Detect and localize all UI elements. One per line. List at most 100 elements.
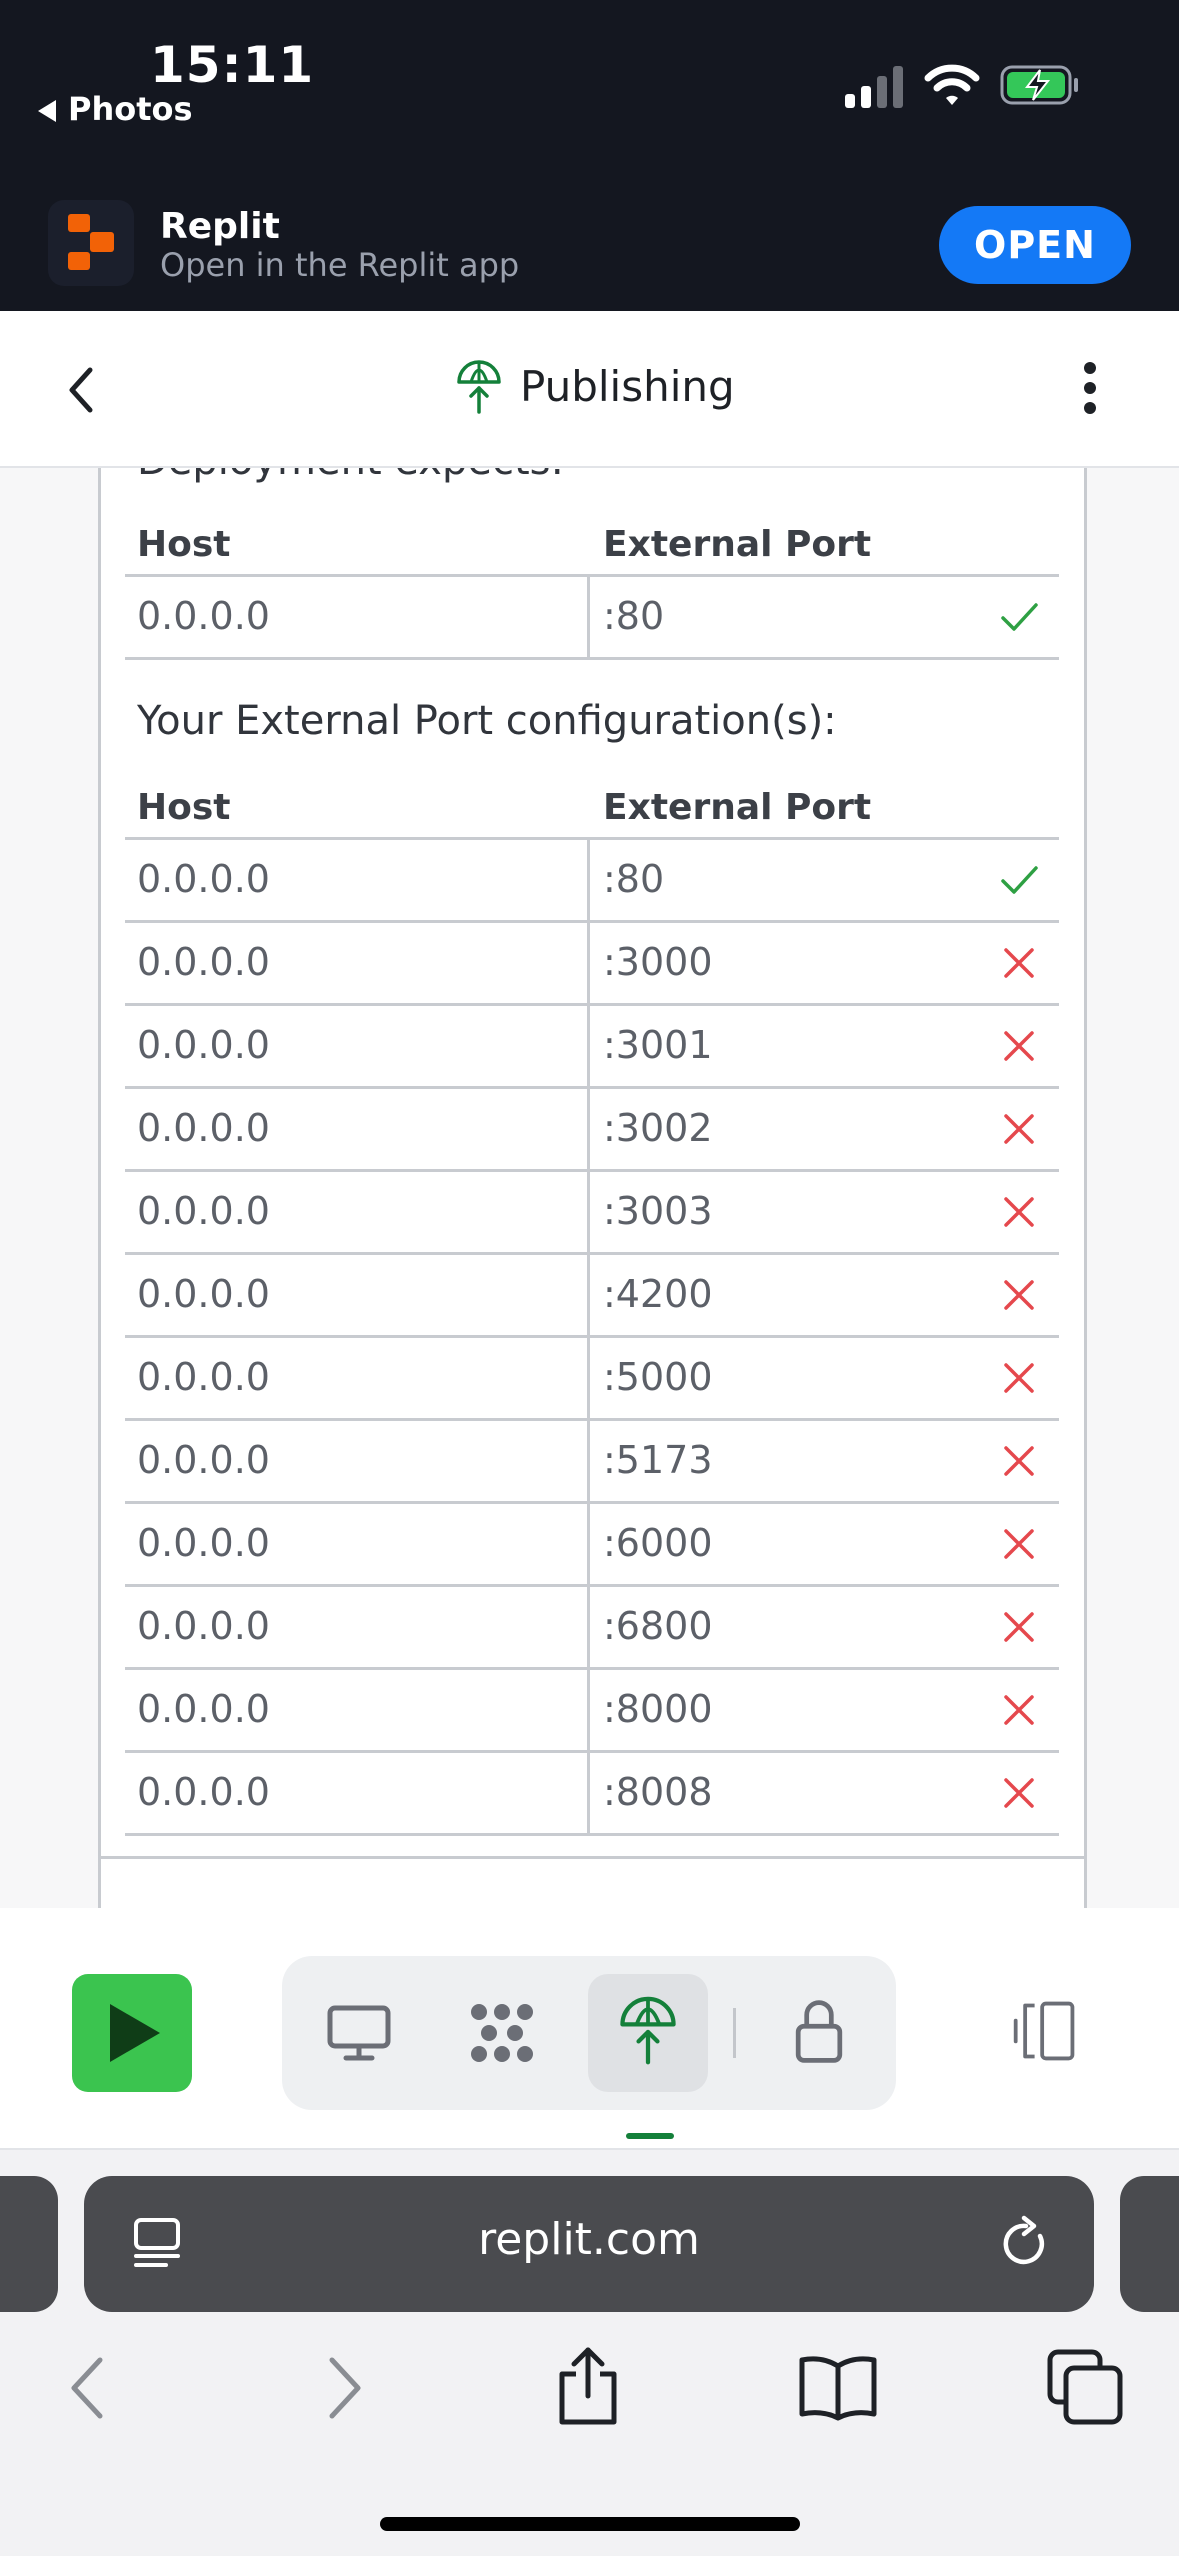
port-column-header: External Port bbox=[603, 524, 872, 565]
host-cell: 0.0.0.0 bbox=[137, 1770, 270, 1814]
error-x-icon bbox=[1004, 1446, 1034, 1476]
table-row: 0.0.0.0 :3002 bbox=[125, 1086, 1059, 1169]
content-area: Deployment expects: Host External Port 0… bbox=[0, 468, 1179, 1908]
check-icon bbox=[1001, 866, 1038, 894]
host-column-header: Host bbox=[137, 524, 231, 565]
wifi-icon bbox=[924, 64, 980, 105]
config-section-label: Your External Port configuration(s): bbox=[137, 698, 837, 744]
bookmarks-icon[interactable] bbox=[796, 2352, 880, 2424]
banner-app-name: Replit bbox=[160, 206, 280, 247]
table-row: 0.0.0.0:3000 bbox=[125, 920, 1059, 1003]
port-cell: :80 bbox=[603, 594, 665, 638]
battery-charging-icon bbox=[1000, 65, 1078, 105]
error-x-icon bbox=[1004, 1031, 1034, 1061]
reload-icon[interactable] bbox=[996, 2214, 1056, 2274]
host-cell: 0.0.0.0 bbox=[137, 1189, 270, 1233]
more-options-icon[interactable] bbox=[1070, 358, 1110, 418]
host-column-header: Host bbox=[137, 787, 231, 828]
column-divider bbox=[587, 577, 590, 657]
host-cell: 0.0.0.0 bbox=[137, 1023, 270, 1067]
host-cell: 0.0.0.0 bbox=[137, 1521, 270, 1565]
error-x-icon bbox=[1004, 1363, 1034, 1393]
port-cell: :6000 bbox=[603, 1521, 713, 1565]
host-cell: 0.0.0.0 bbox=[137, 1355, 270, 1399]
previous-tab-preview[interactable] bbox=[0, 2176, 58, 2312]
table-row: 0.0.0.0 :5000 bbox=[125, 1335, 1059, 1418]
port-cell: :5000 bbox=[603, 1355, 713, 1399]
active-tab-indicator bbox=[626, 2133, 674, 2139]
table-row: 0.0.0.0 :8008 bbox=[125, 1750, 1059, 1836]
check-icon bbox=[1001, 603, 1038, 631]
replit-logo bbox=[48, 200, 134, 286]
column-divider bbox=[587, 1172, 590, 1252]
panels-icon[interactable] bbox=[1010, 1996, 1080, 2066]
column-divider bbox=[587, 1421, 590, 1501]
open-in-app-button[interactable]: OPEN bbox=[939, 206, 1131, 284]
port-cell: :80 bbox=[603, 857, 665, 901]
column-divider bbox=[587, 840, 590, 920]
preview-icon[interactable] bbox=[324, 1998, 394, 2068]
column-divider bbox=[587, 1338, 590, 1418]
table-row: 0.0.0.0 :80 bbox=[125, 837, 1059, 920]
error-x-icon bbox=[1004, 1695, 1034, 1725]
table-row: 0.0.0.0 :6000 bbox=[125, 1501, 1059, 1584]
port-cell: :8008 bbox=[603, 1770, 713, 1814]
card-divider bbox=[101, 1856, 1084, 1859]
port-cell: :3002 bbox=[603, 1106, 713, 1150]
back-triangle-icon bbox=[38, 100, 56, 122]
port-cell: :8000 bbox=[603, 1687, 713, 1731]
browser-forward-icon[interactable] bbox=[312, 2350, 372, 2426]
page-title: Publishing bbox=[520, 362, 735, 411]
run-button[interactable] bbox=[72, 1974, 192, 2092]
toolbar-divider bbox=[733, 2008, 736, 2058]
table-row: 0.0.0.0:5173 bbox=[125, 1418, 1059, 1501]
url-text: replit.com bbox=[478, 2214, 700, 2265]
lock-icon[interactable] bbox=[784, 1996, 854, 2066]
back-to-photos-link[interactable]: Photos bbox=[38, 90, 193, 128]
next-tab-preview[interactable] bbox=[1120, 2176, 1179, 2312]
table-row: 0.0.0.0 :6800 bbox=[125, 1584, 1059, 1667]
port-cell: :3003 bbox=[603, 1189, 713, 1233]
expected-config-label: Deployment expects: bbox=[137, 468, 564, 484]
host-cell: 0.0.0.0 bbox=[137, 1687, 270, 1731]
column-divider bbox=[587, 1255, 590, 1335]
table-header: Host External Port bbox=[125, 773, 1059, 837]
host-cell: 0.0.0.0 bbox=[137, 940, 270, 984]
publishing-tab-icon[interactable] bbox=[613, 1996, 683, 2066]
play-icon bbox=[110, 2004, 160, 2062]
column-divider bbox=[587, 1504, 590, 1584]
port-config-card: Deployment expects: Host External Port 0… bbox=[98, 468, 1087, 1908]
host-cell: 0.0.0.0 bbox=[137, 1272, 270, 1316]
port-cell: :3001 bbox=[603, 1023, 713, 1067]
share-icon[interactable] bbox=[550, 2344, 626, 2428]
error-x-icon bbox=[1004, 1114, 1034, 1144]
table-row: 0.0.0.0:80 bbox=[125, 574, 1059, 660]
port-cell: :4200 bbox=[603, 1272, 713, 1316]
table-header: Host External Port bbox=[125, 510, 1059, 574]
error-x-icon bbox=[1004, 948, 1034, 978]
error-x-icon bbox=[1004, 1197, 1034, 1227]
port-cell: :6800 bbox=[603, 1604, 713, 1648]
table-row: 0.0.0.0 :4200 bbox=[125, 1252, 1059, 1335]
table-row: 0.0.0.0 :3001 bbox=[125, 1003, 1059, 1086]
column-divider bbox=[587, 1670, 590, 1750]
cellular-signal-icon bbox=[845, 66, 903, 108]
error-x-icon bbox=[1004, 1280, 1034, 1310]
replit-logo-icon bbox=[68, 214, 114, 270]
host-cell: 0.0.0.0 bbox=[137, 1106, 270, 1150]
back-chevron-icon[interactable] bbox=[60, 360, 100, 420]
host-cell: 0.0.0.0 bbox=[137, 857, 270, 901]
column-divider bbox=[587, 1089, 590, 1169]
config-port-table: Host External Port 0.0.0.0:80 0.0.0.0:300… bbox=[125, 773, 1059, 1836]
host-cell: 0.0.0.0 bbox=[137, 1438, 270, 1482]
tabs-icon[interactable] bbox=[1046, 2348, 1126, 2428]
browser-back-icon[interactable] bbox=[60, 2350, 120, 2426]
table-row: 0.0.0.0 :3003 bbox=[125, 1169, 1059, 1252]
back-app-label: Photos bbox=[68, 90, 193, 128]
banner-app-subtitle: Open in the Replit app bbox=[160, 246, 520, 284]
column-divider bbox=[587, 923, 590, 1003]
error-x-icon bbox=[1004, 1778, 1034, 1808]
workflows-icon[interactable] bbox=[467, 1998, 537, 2068]
host-cell: 0.0.0.0 bbox=[137, 1604, 270, 1648]
expected-port-table: Host External Port 0.0.0.0:80 bbox=[125, 510, 1059, 660]
